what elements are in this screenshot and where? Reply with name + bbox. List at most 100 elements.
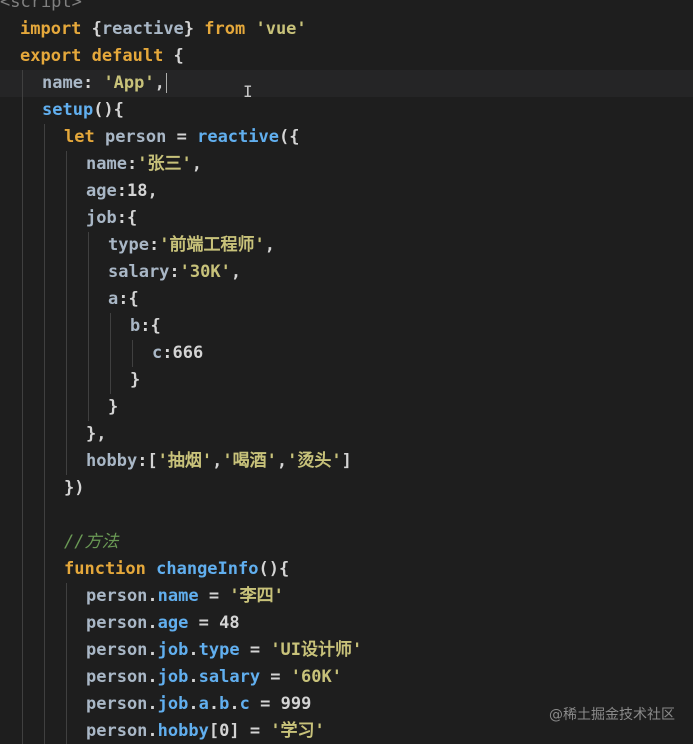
- code-token: a: [198, 694, 209, 714]
- indent-guide: [22, 70, 23, 97]
- code-token: ,: [212, 451, 223, 471]
- indent-guide: [66, 313, 67, 340]
- code-token: :{: [116, 208, 138, 228]
- code-token: b: [130, 316, 141, 336]
- indent-guide: [22, 124, 23, 151]
- code-token: person: [86, 694, 148, 714]
- indent-guide: [44, 259, 45, 286]
- code-line[interactable]: [0, 502, 693, 529]
- indent-guide: [44, 367, 45, 394]
- code-line[interactable]: hobby:['抽烟','喝酒','烫头']: [0, 448, 693, 475]
- code-token: '李四': [229, 586, 284, 606]
- code-line[interactable]: name: 'App',: [0, 70, 693, 97]
- indent-guide: [22, 394, 23, 421]
- indent-guide: [22, 97, 23, 124]
- code-token: .: [147, 640, 158, 660]
- code-token: 'vue': [255, 19, 307, 39]
- code-token: hobby: [157, 721, 209, 741]
- code-text: }: [108, 394, 118, 421]
- code-token: .: [147, 694, 158, 714]
- code-line[interactable]: person.job.type = 'UI设计师': [0, 637, 693, 664]
- code-text: //方法: [64, 529, 118, 556]
- code-token: }): [64, 478, 85, 498]
- indent-guide: [22, 529, 23, 556]
- code-text: export default {: [20, 43, 184, 70]
- indent-guide: [22, 475, 23, 502]
- indent-guide: [22, 340, 23, 367]
- code-text: }: [130, 367, 140, 394]
- indent-guide: [66, 205, 67, 232]
- code-editor[interactable]: <script> import {reactive} from 'vue' expo…: [0, 0, 693, 744]
- code-token: (){: [93, 100, 124, 120]
- code-line[interactable]: export default {: [0, 43, 693, 70]
- indent-guide: [66, 664, 67, 691]
- code-line[interactable]: name:'张三',: [0, 151, 693, 178]
- code-token: b: [219, 694, 230, 714]
- code-token: salary: [198, 667, 261, 687]
- code-token: setup: [42, 100, 94, 120]
- code-line[interactable]: type:'前端工程师',: [0, 232, 693, 259]
- indent-guide: [44, 151, 45, 178]
- indent-guide: [22, 583, 23, 610]
- code-line[interactable]: //方法: [0, 529, 693, 556]
- indent-guide: [66, 718, 67, 744]
- code-line[interactable]: }: [0, 394, 693, 421]
- code-line[interactable]: <script>: [0, 0, 693, 16]
- indent-guide: [44, 502, 45, 529]
- code-token: type: [198, 640, 240, 660]
- indent-guide: [88, 313, 89, 340]
- indent-guide: [110, 367, 111, 394]
- code-line[interactable]: job:{: [0, 205, 693, 232]
- indent-guide: [66, 286, 67, 313]
- code-line[interactable]: a:{: [0, 286, 693, 313]
- indent-guide: [22, 286, 23, 313]
- indent-guide: [44, 556, 45, 583]
- code-area[interactable]: <script> import {reactive} from 'vue' expo…: [0, 0, 693, 744]
- code-token: }: [183, 19, 205, 39]
- code-line[interactable]: age:18,: [0, 178, 693, 205]
- indent-guide: [44, 313, 45, 340]
- indent-guide: [88, 340, 89, 367]
- code-line[interactable]: }: [0, 367, 693, 394]
- indent-guide: [44, 394, 45, 421]
- code-line[interactable]: import {reactive} from 'vue': [0, 16, 693, 43]
- code-text: setup(){: [42, 97, 124, 124]
- code-line[interactable]: }): [0, 475, 693, 502]
- code-text: hobby:['抽烟','喝酒','烫头']: [86, 448, 352, 475]
- code-token: ({: [278, 127, 300, 147]
- code-token: person: [86, 613, 148, 633]
- code-line[interactable]: person.age = 48: [0, 610, 693, 637]
- code-line[interactable]: person.name = '李四': [0, 583, 693, 610]
- code-token: 18: [126, 181, 148, 201]
- indent-guide: [44, 340, 45, 367]
- code-line[interactable]: setup(){: [0, 97, 693, 124]
- code-line[interactable]: let person = reactive({: [0, 124, 693, 151]
- code-token: =: [176, 127, 198, 147]
- code-token: ,: [147, 181, 158, 201]
- code-line[interactable]: },: [0, 421, 693, 448]
- code-text: job:{: [86, 205, 137, 232]
- indent-guide: [44, 718, 45, 744]
- code-token: person: [86, 640, 148, 660]
- code-line[interactable]: b:{: [0, 313, 693, 340]
- code-token: <script>: [0, 0, 82, 12]
- code-token: {: [173, 46, 184, 66]
- code-text: person.job.a.b.c = 999: [86, 691, 311, 718]
- code-token: a: [108, 289, 119, 309]
- code-text: name:'张三',: [86, 151, 202, 178]
- indent-guide: [22, 151, 23, 178]
- code-text: }): [64, 475, 84, 502]
- code-token: type: [108, 235, 149, 255]
- code-line[interactable]: salary:'30K',: [0, 259, 693, 286]
- code-line[interactable]: c:666: [0, 340, 693, 367]
- code-line[interactable]: function changeInfo(){: [0, 556, 693, 583]
- text-cursor-icon: I: [243, 82, 253, 101]
- code-token: function: [64, 559, 157, 579]
- code-token: =: [249, 694, 281, 714]
- code-line[interactable]: person.job.salary = '60K': [0, 664, 693, 691]
- caret: [165, 73, 167, 93]
- code-token: age: [86, 181, 117, 201]
- code-text: b:{: [130, 313, 161, 340]
- code-token: }: [130, 370, 141, 390]
- code-token: c: [152, 343, 163, 363]
